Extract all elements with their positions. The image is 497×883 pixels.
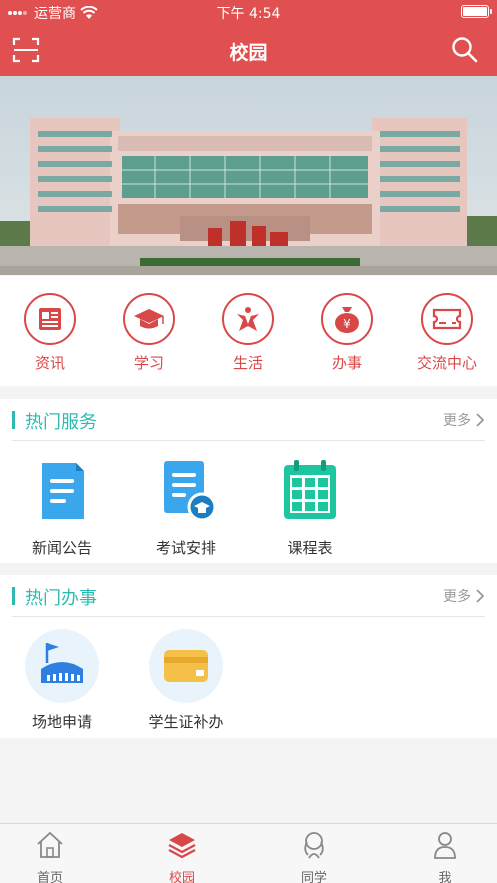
more-link[interactable]: 更多 [443, 586, 485, 606]
tab-label: 首页 [36, 871, 63, 883]
stadium-icon [25, 629, 99, 703]
affairs-icon-circle: ¥ [321, 293, 373, 345]
page-title: 校园 [229, 42, 268, 64]
service-label: 新闻公告 [31, 539, 92, 557]
affair-student-card-reissue[interactable]: 学生证补办 [131, 629, 241, 732]
section-header: 热门服务 更多 [12, 399, 485, 441]
quick-nav-label: 交流中心 [416, 354, 477, 372]
section-header: 热门办事 更多 [12, 575, 485, 617]
news-icon [39, 308, 61, 330]
calendar-icon [284, 460, 336, 519]
tab-home[interactable]: 首页 [10, 830, 90, 883]
study-icon-circle [123, 293, 175, 345]
graduation-cap-icon [134, 309, 164, 329]
chevron-right-icon [476, 589, 485, 603]
tab-classmates[interactable]: 同学 [274, 830, 354, 883]
campus-banner-image[interactable] [0, 76, 497, 275]
campus-building-illustration [0, 76, 497, 275]
more-link[interactable]: 更多 [443, 410, 485, 430]
app-header: 运营商 下午 4:54 校园 [0, 0, 497, 76]
service-news-announcement[interactable]: 新闻公告 [7, 459, 117, 558]
quick-nav: 资讯 学习 生活 ¥ 办事 交流中心 [0, 276, 497, 386]
home-icon [37, 831, 63, 858]
section-title: 热门服务 [25, 412, 97, 433]
life-icon [237, 307, 259, 331]
battery-icon [461, 5, 492, 18]
document-icon [42, 463, 84, 519]
bottom-tab-bar: 首页 校园 同学 我 [0, 823, 497, 883]
hot-affairs-section: 热门办事 更多 场地申请 学生证补办 [0, 575, 497, 738]
service-label: 考试安排 [155, 539, 216, 557]
quick-nav-label: 办事 [331, 354, 362, 372]
chevron-right-icon [476, 413, 485, 427]
service-timetable[interactable]: 课程表 [255, 459, 365, 558]
affair-label: 学生证补办 [148, 713, 224, 731]
money-bag-icon: ¥ [335, 307, 359, 333]
tab-label: 同学 [300, 871, 327, 883]
quick-nav-label: 资讯 [34, 354, 65, 372]
service-label: 课程表 [287, 539, 333, 557]
exchange-icon-circle [421, 293, 473, 345]
person-icon [434, 832, 456, 859]
life-icon-circle [222, 293, 274, 345]
tab-me[interactable]: 我 [405, 830, 485, 883]
status-time: 下午 4:54 [216, 6, 281, 22]
quick-nav-label: 学习 [133, 354, 164, 372]
affair-venue-application[interactable]: 场地申请 [7, 629, 117, 732]
quick-nav-affairs[interactable]: ¥ 办事 [302, 293, 392, 373]
quick-nav-exchange[interactable]: 交流中心 [402, 293, 492, 373]
quick-nav-news[interactable]: 资讯 [5, 293, 95, 373]
more-label: 更多 [443, 589, 471, 605]
tab-label: 我 [438, 871, 452, 883]
section-accent-bar [12, 411, 15, 429]
service-exam-schedule[interactable]: 考试安排 [131, 459, 241, 558]
exam-icon [164, 461, 217, 522]
tab-campus[interactable]: 校园 [142, 830, 222, 883]
affair-label: 场地申请 [31, 713, 92, 731]
status-bar: 运营商 下午 4:54 [0, 0, 497, 24]
tab-label: 校园 [168, 871, 195, 883]
ticket-icon [432, 308, 462, 330]
quick-nav-study[interactable]: 学习 [104, 293, 194, 373]
news-icon-circle [24, 293, 76, 345]
more-label: 更多 [443, 413, 471, 429]
classmates-icon [304, 832, 324, 859]
hot-services-section: 热门服务 更多 新闻公告 考试安排 课程表 [0, 399, 497, 563]
section-accent-bar [12, 587, 15, 605]
section-title: 热门办事 [25, 588, 97, 609]
svg-text:¥: ¥ [343, 317, 351, 331]
quick-nav-label: 生活 [232, 354, 263, 372]
quick-nav-life[interactable]: 生活 [203, 293, 293, 373]
search-icon[interactable] [451, 36, 479, 64]
layers-icon [168, 833, 196, 859]
card-icon [149, 629, 223, 703]
